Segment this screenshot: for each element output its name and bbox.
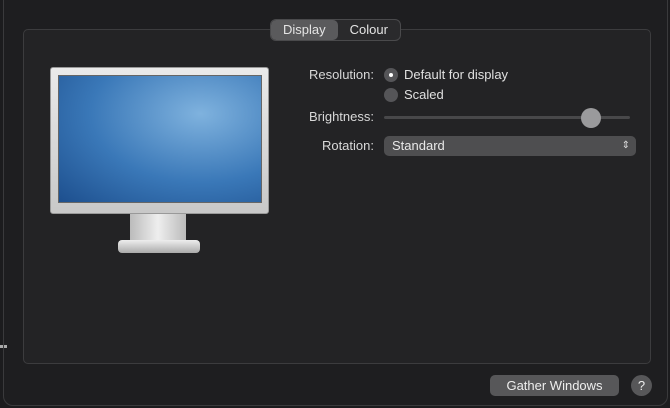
tab-colour[interactable]: Colour xyxy=(338,20,400,40)
radio-scaled[interactable] xyxy=(384,88,398,102)
gather-windows-button[interactable]: Gather Windows xyxy=(490,375,619,396)
tab-display[interactable]: Display xyxy=(271,20,338,40)
radio-default[interactable] xyxy=(384,68,398,82)
radio-default-label[interactable]: Default for display xyxy=(404,67,508,82)
radio-scaled-label[interactable]: Scaled xyxy=(404,87,444,102)
chevron-updown-icon: ⇕ xyxy=(621,140,630,151)
tab-bar: Display Colour xyxy=(270,19,401,41)
brightness-thumb[interactable] xyxy=(580,108,601,128)
resolution-label: Resolution: xyxy=(308,67,374,82)
rotation-value: Standard xyxy=(392,138,445,153)
resize-handle[interactable] xyxy=(0,345,4,367)
brightness-slider[interactable] xyxy=(384,108,630,128)
brightness-label: Brightness: xyxy=(308,109,374,124)
rotation-label: Rotation: xyxy=(321,138,374,153)
help-button[interactable]: ? xyxy=(631,375,652,396)
rotation-select[interactable]: Standard ⇕ xyxy=(384,136,636,156)
